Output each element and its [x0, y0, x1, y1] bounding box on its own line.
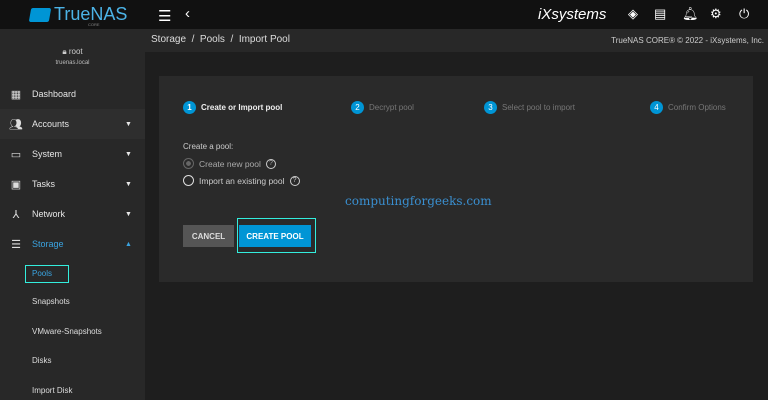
sidebar-sub-import-disk[interactable]: Import Disk — [32, 386, 72, 395]
radio-import-existing-pool[interactable]: Import an existing pool? — [183, 175, 300, 186]
create-pool-button[interactable]: CREATE POOL — [239, 225, 311, 247]
label: Tasks — [32, 179, 56, 189]
truenas-logo[interactable]: TrueNAS CORE — [28, 4, 127, 27]
power-icon[interactable]: ⏻ — [739, 6, 749, 22]
label: System — [32, 149, 63, 159]
ixsystems-logo[interactable]: iXsystems — [538, 6, 606, 23]
sidebar-item-accounts[interactable]: 👥︎ Accounts ▼ — [0, 109, 145, 139]
step-label: Create or Import pool — [201, 103, 283, 112]
step-label: Confirm Options — [668, 103, 726, 112]
sidebar-item-tasks[interactable]: ▣ Tasks ▼ — [0, 169, 145, 199]
help-icon[interactable]: ? — [265, 158, 276, 169]
caret-down-icon: ▼ — [125, 210, 132, 218]
option-label: Create new pool — [199, 158, 261, 169]
step-4[interactable]: 4 Confirm Options — [650, 101, 726, 114]
step-2[interactable]: 2 Decrypt pool — [351, 101, 414, 114]
create-pool-label: Create a pool: — [183, 142, 234, 151]
caret-up-icon: ▲ — [125, 240, 132, 248]
step-number: 1 — [183, 101, 196, 114]
sidebar-sub-vmware-snapshots[interactable]: VMware-Snapshots — [32, 327, 102, 336]
network-icon: ⅄ — [12, 208, 20, 221]
sidebar: 🔒︎ root truenas.local ▦ Dashboard 👥︎ Accoun… — [0, 29, 145, 400]
laptop-icon: ▭ — [10, 148, 22, 161]
sidebar-item-storage[interactable]: ☰ Storage ▲ — [0, 229, 145, 259]
cancel-button[interactable]: CANCEL — [183, 225, 234, 247]
clipboard-icon[interactable]: ▤ — [654, 6, 666, 22]
label: Network — [32, 209, 66, 219]
sidebar-sub-pools[interactable]: Pools — [25, 265, 69, 283]
hostname: truenas.local — [55, 60, 90, 66]
caret-down-icon: ▼ — [125, 180, 132, 188]
watermark: computingforgeeks.com — [345, 194, 492, 208]
breadcrumb-path[interactable]: Storage / Pools / Import Pool — [151, 34, 290, 45]
copyright: TrueNAS CORE® © 2022 - iXsystems, Inc. — [611, 36, 764, 45]
lock-icon: 🔒︎ — [62, 47, 67, 56]
logo-mark-icon — [28, 7, 52, 22]
option-label: Import an existing pool — [199, 175, 285, 186]
step-label: Select pool to import — [502, 103, 575, 112]
label: Dashboard — [32, 89, 77, 99]
dashboard-icon: ▦ — [10, 88, 22, 101]
chevron-left-icon[interactable]: ‹ — [185, 5, 190, 22]
menu-icon[interactable]: ☰ — [158, 7, 171, 25]
calendar-icon: ▣ — [10, 178, 22, 191]
step-number: 4 — [650, 101, 663, 114]
bell-icon[interactable]: 🔔︎ — [682, 6, 699, 22]
radio-icon — [183, 158, 194, 169]
truecommand-icon[interactable]: ◈ — [628, 6, 638, 22]
sidebar-item-dashboard[interactable]: ▦ Dashboard — [0, 79, 145, 109]
sidebar-item-network[interactable]: ⅄ Network ▼ — [0, 199, 145, 229]
caret-down-icon: ▼ — [125, 120, 132, 128]
caret-down-icon: ▼ — [125, 150, 132, 158]
brand-sub: CORE — [88, 22, 100, 27]
breadcrumb: Storage / Pools / Import Pool TrueNAS COR… — [145, 29, 768, 52]
step-label: Decrypt pool — [369, 103, 414, 112]
help-icon[interactable]: ? — [289, 175, 300, 186]
people-icon: 👥︎ — [9, 118, 23, 131]
radio-icon — [183, 175, 194, 186]
step-3[interactable]: 3 Select pool to import — [484, 101, 575, 114]
label: Storage — [32, 239, 64, 249]
step-number: 2 — [351, 101, 364, 114]
sidebar-sub-disks[interactable]: Disks — [32, 356, 52, 365]
step-1[interactable]: 1 Create or Import pool — [183, 101, 282, 114]
top-bar: TrueNAS CORE ☰ ‹ iXsystems ◈ ▤ 🔔︎ ⚙ ⏻ — [0, 0, 768, 29]
radio-create-new-pool[interactable]: Create new pool? — [183, 158, 276, 169]
storage-icon: ☰ — [11, 238, 21, 251]
sidebar-item-system[interactable]: ▭ System ▼ — [0, 139, 145, 169]
username: root — [68, 47, 83, 56]
import-pool-wizard: 1 Create or Import pool 2 Decrypt pool 3 Se… — [159, 76, 753, 282]
sidebar-sub-snapshots[interactable]: Snapshots — [32, 297, 70, 306]
user-info: 🔒︎ root truenas.local — [0, 47, 145, 66]
step-number: 3 — [484, 101, 497, 114]
gear-icon[interactable]: ⚙ — [710, 6, 722, 22]
label: Accounts — [32, 119, 70, 129]
